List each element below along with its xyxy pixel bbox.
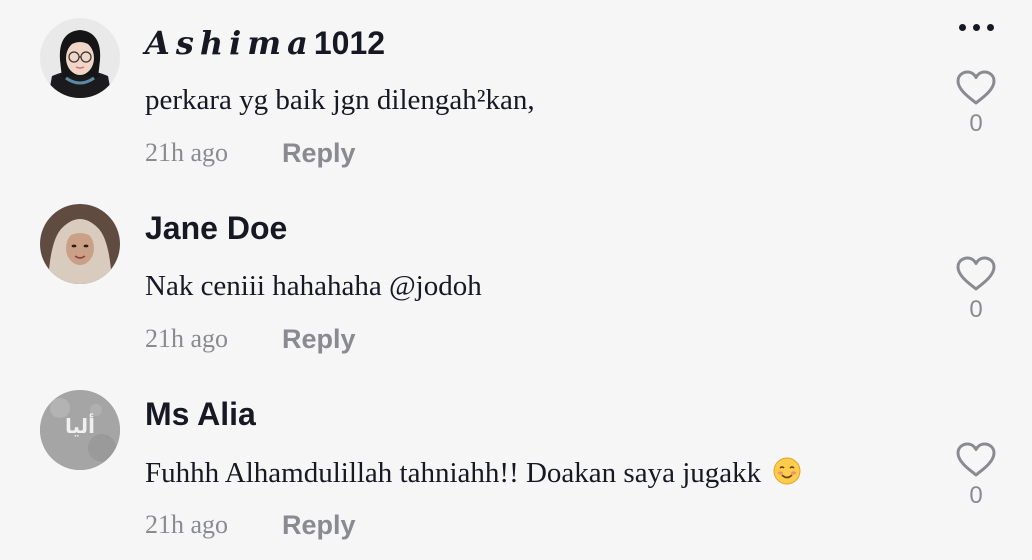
heart-icon[interactable] xyxy=(955,256,997,292)
comment-item: أليا Ms Alia Fuhhh Alhamdulillah tahniah… xyxy=(0,372,1032,558)
reply-button[interactable]: Reply xyxy=(282,510,356,541)
username-stylized-part: Ashima xyxy=(145,24,314,62)
comment-text: Nak ceniii hahahaha @jodoh xyxy=(145,270,482,302)
comment-username[interactable]: Ashima1012 xyxy=(145,24,385,62)
comment-text: Fuhhh Alhamdulillah tahniahh!! Doakan sa… xyxy=(145,456,802,490)
reply-button[interactable]: Reply xyxy=(282,324,356,355)
comment-item: Jane Doe Nak ceniii hahahaha @jodoh 21h … xyxy=(0,186,1032,372)
username-suffix: 1012 xyxy=(313,25,386,61)
avatar[interactable] xyxy=(40,204,120,284)
comment-username[interactable]: Ms Alia xyxy=(145,396,256,433)
reply-button[interactable]: Reply xyxy=(282,138,356,169)
comment-text-body: Fuhhh Alhamdulillah tahniahh!! Doakan sa… xyxy=(145,457,762,489)
comment-timestamp: 21h ago xyxy=(145,324,229,353)
heart-icon[interactable] xyxy=(955,70,997,106)
comment-item: Ashima1012 perkara yg baik jgn dilengah²… xyxy=(0,0,1032,186)
comment-timestamp: 21h ago xyxy=(145,138,229,167)
comment-username[interactable]: Jane Doe xyxy=(145,210,287,247)
avatar[interactable]: أليا xyxy=(40,390,120,470)
like-count: 0 xyxy=(969,296,983,323)
avatar[interactable] xyxy=(40,18,120,98)
like-count: 0 xyxy=(969,482,983,509)
smiling-face-icon xyxy=(772,456,802,486)
heart-icon[interactable] xyxy=(955,442,997,478)
like-count: 0 xyxy=(969,110,983,137)
comment-text: perkara yg baik jgn dilengah²kan, xyxy=(145,84,535,116)
comment-timestamp: 21h ago xyxy=(145,510,229,539)
avatar-text: أليا xyxy=(64,414,96,438)
